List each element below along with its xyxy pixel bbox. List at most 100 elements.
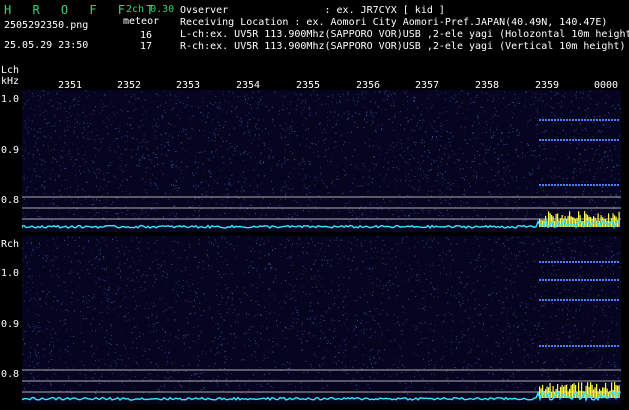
noise-dot <box>171 307 173 309</box>
noise-dot <box>445 194 447 196</box>
noise-dot <box>343 371 345 372</box>
noise-dot <box>279 260 281 262</box>
noise-dot <box>291 246 293 248</box>
noise-dot <box>52 301 54 303</box>
noise-dot <box>174 387 176 389</box>
noise-dot <box>274 124 276 126</box>
noise-dot <box>295 308 297 309</box>
noise-dot <box>40 330 42 332</box>
noise-dot <box>446 274 447 276</box>
noise-dot <box>471 161 473 163</box>
noise-dot <box>426 278 427 280</box>
noise-dot <box>221 330 222 332</box>
noise-dot <box>25 123 27 125</box>
noise-dot <box>441 193 443 195</box>
noise-dot <box>506 385 508 387</box>
noise-dot <box>135 269 137 271</box>
noise-dot <box>222 91 224 93</box>
noise-dot <box>231 373 233 375</box>
noise-dot <box>427 174 429 176</box>
noise-dot <box>243 170 245 172</box>
noise-dot <box>311 220 313 222</box>
noise-dot <box>602 347 604 349</box>
meteor-burst <box>594 217 596 227</box>
noise-dot <box>268 339 269 341</box>
noise-dot <box>233 392 235 394</box>
noise-dot <box>369 337 371 338</box>
noise-dot <box>480 143 482 145</box>
noise-dot <box>543 131 545 133</box>
noise-dot <box>221 277 222 279</box>
noise-dot <box>314 137 316 139</box>
noise-dot <box>593 310 595 312</box>
noise-dot <box>301 388 303 390</box>
noise-dot <box>544 361 546 363</box>
noise-dot <box>574 238 575 240</box>
noise-dot <box>433 265 435 267</box>
noise-dot <box>218 352 220 354</box>
noise-dot <box>31 275 33 277</box>
noise-dot <box>198 265 200 267</box>
noise-dot <box>613 254 615 256</box>
noise-dot <box>202 97 204 99</box>
noise-dot <box>573 325 575 327</box>
noise-dot <box>498 342 500 344</box>
noise-dot <box>303 291 305 293</box>
noise-dot <box>42 159 44 161</box>
noise-dot <box>47 126 49 128</box>
noise-dot <box>83 247 85 249</box>
noise-dot <box>389 280 391 282</box>
noise-dot <box>419 322 421 324</box>
noise-dot <box>507 310 509 312</box>
noise-dot <box>49 270 51 272</box>
noise-dot <box>29 354 31 356</box>
noise-dot <box>334 297 336 299</box>
noise-dot <box>574 290 576 292</box>
noise-dot <box>443 107 445 109</box>
noise-dot <box>569 143 571 145</box>
noise-dot <box>36 363 38 365</box>
noise-dot <box>71 297 73 299</box>
noise-dot <box>526 210 528 212</box>
noise-dot <box>364 240 366 242</box>
noise-dot <box>88 171 90 172</box>
noise-dot <box>301 348 303 350</box>
noise-dot <box>398 216 400 218</box>
noise-dot <box>553 159 555 161</box>
noise-dot <box>142 124 144 126</box>
noise-dot <box>287 144 289 145</box>
noise-dot <box>209 216 211 218</box>
noise-dot <box>336 393 338 395</box>
noise-dot <box>441 123 443 125</box>
noise-dot <box>467 299 469 301</box>
noise-dot <box>254 156 256 158</box>
noise-dot <box>449 275 451 277</box>
noise-dot <box>62 301 64 303</box>
noise-dot <box>590 239 591 241</box>
noise-dot <box>280 190 282 191</box>
noise-dot <box>282 333 284 335</box>
noise-dot <box>258 145 259 147</box>
noise-dot <box>486 145 488 147</box>
noise-dot <box>565 198 567 200</box>
noise-dot <box>366 301 368 303</box>
noise-dot <box>372 145 374 147</box>
noise-dot <box>138 125 140 127</box>
noise-dot <box>67 129 69 131</box>
noise-dot <box>134 202 136 204</box>
noise-dot <box>600 212 602 214</box>
noise-dot <box>457 186 459 188</box>
noise-dot <box>433 330 435 332</box>
noise-dot <box>484 161 486 163</box>
noise-dot <box>120 169 122 170</box>
noise-dot <box>116 198 118 199</box>
noise-dot <box>282 330 284 332</box>
noise-dot <box>483 384 485 386</box>
noise-dot <box>378 90 380 92</box>
noise-dot <box>539 97 541 99</box>
noise-dot <box>565 191 567 193</box>
noise-dot <box>440 202 442 204</box>
noise-dot <box>474 154 476 156</box>
noise-dot <box>280 255 282 257</box>
noise-dot <box>215 240 217 242</box>
